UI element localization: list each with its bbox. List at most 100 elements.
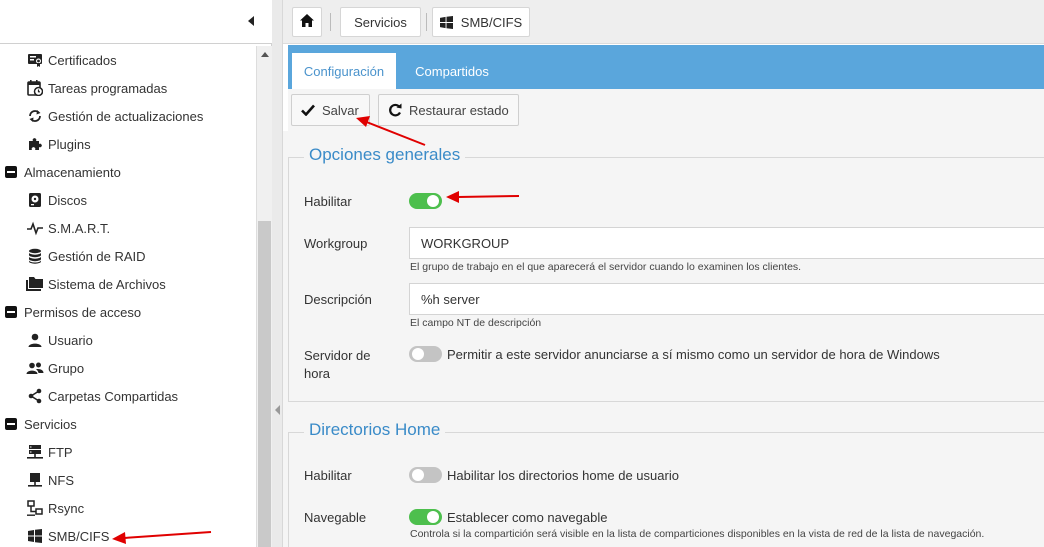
collapse-group-icon[interactable]	[2, 163, 20, 181]
sidebar-item-discos[interactable]: Discos	[26, 186, 87, 214]
puzzle-icon	[26, 135, 44, 153]
time-server-label: Servidor de hora	[304, 347, 370, 383]
sidebar-item-label: Gestión de RAID	[48, 248, 146, 264]
sidebar-item-label: S.M.A.R.T.	[48, 220, 111, 236]
sidebar-item-rsync[interactable]: Rsync	[26, 494, 84, 522]
navigation-sidebar: Certificados Tareas programadas Gestión …	[0, 0, 272, 547]
workgroup-hint: El grupo de trabajo en el que aparecerá …	[410, 261, 802, 273]
share-icon	[26, 387, 44, 405]
sidebar-item-label: SMB/CIFS	[48, 528, 110, 544]
panel-splitter[interactable]	[272, 0, 283, 547]
windows-icon	[439, 15, 453, 29]
folders-icon	[26, 275, 44, 293]
refresh-icon	[26, 107, 44, 125]
breadcrumb-separator	[426, 13, 427, 31]
browseable-text: Establecer como navegable	[447, 509, 608, 525]
sidebar-item-sistema-archivos[interactable]: Sistema de Archivos	[26, 270, 166, 298]
sidebar-group-label: Permisos de acceso	[24, 304, 142, 320]
collapse-sidebar-button[interactable]	[243, 13, 259, 29]
sidebar-item-usuario[interactable]: Usuario	[26, 326, 93, 354]
home-enable-toggle[interactable]	[409, 467, 442, 483]
chevron-up-icon	[260, 51, 269, 57]
enable-toggle[interactable]	[409, 193, 442, 209]
sidebar-group-label: Almacenamiento	[24, 164, 121, 180]
sync-network-icon	[26, 499, 44, 517]
save-button[interactable]: Salvar	[291, 94, 370, 126]
fieldset-legend: Directorios Home	[304, 420, 446, 440]
breadcrumb-separator	[330, 13, 331, 31]
enable-row	[409, 193, 442, 209]
check-icon	[300, 102, 316, 118]
sidebar-item-label: NFS	[48, 472, 74, 488]
browseable-label: Navegable	[304, 510, 367, 525]
pulse-icon	[26, 219, 44, 237]
sidebar-group-label: Servicios	[24, 416, 77, 432]
browseable-row: Establecer como navegable	[409, 509, 607, 525]
collapse-group-icon[interactable]	[2, 415, 20, 433]
browseable-hint: Controla si la compartición será visible…	[410, 528, 985, 540]
time-server-label-line2: hora	[304, 366, 331, 381]
breadcrumb-smb-cifs[interactable]: SMB/CIFS	[432, 7, 530, 37]
sidebar-item-tareas-programadas[interactable]: Tareas programadas	[26, 74, 167, 102]
tab-compartidos[interactable]: Compartidos	[402, 53, 502, 89]
certificate-icon	[26, 51, 44, 69]
workgroup-label: Workgroup	[304, 236, 368, 251]
time-server-label-line1: Servidor de	[304, 348, 371, 363]
sidebar-item-nfs[interactable]: NFS	[26, 466, 74, 494]
calendar-clock-icon	[26, 79, 44, 97]
description-input[interactable]: %h server	[409, 283, 1044, 315]
sidebar-item-grupo[interactable]: Grupo	[26, 354, 84, 382]
restore-state-button[interactable]: Restaurar estado	[378, 94, 519, 126]
sidebar-item-label: Carpetas Compartidas	[48, 388, 179, 404]
sidebar-item-carpetas-compartidas[interactable]: Carpetas Compartidas	[26, 382, 178, 410]
scroll-up-button[interactable]	[257, 46, 272, 62]
sidebar-item-label: Grupo	[48, 360, 85, 376]
sidebar-item-smart[interactable]: S.M.A.R.T.	[26, 214, 110, 242]
group-icon	[26, 359, 44, 377]
sidebar-item-plugins[interactable]: Plugins	[26, 130, 91, 158]
sidebar-group-permisos[interactable]: Permisos de acceso	[2, 298, 141, 326]
breadcrumb-servicios[interactable]: Servicios	[340, 7, 421, 37]
save-button-label: Salvar	[322, 102, 359, 118]
sidebar-item-label: FTP	[48, 444, 73, 460]
tab-configuracion[interactable]: Configuración	[292, 53, 396, 89]
sidebar-item-label: Discos	[48, 192, 88, 208]
harddisk-icon	[26, 191, 44, 209]
sidebar-item-label: Gestión de actualizaciones	[48, 108, 204, 124]
sidebar-group-servicios[interactable]: Servicios	[2, 410, 77, 438]
sidebar-item-label: Certificados	[48, 52, 117, 68]
sidebar-item-actualizaciones[interactable]: Gestión de actualizaciones	[26, 102, 203, 130]
sidebar-item-label: Rsync	[48, 500, 85, 516]
browseable-toggle[interactable]	[409, 509, 442, 525]
undo-icon	[387, 102, 403, 118]
home-enable-label: Habilitar	[304, 468, 352, 483]
time-server-text: Permitir a este servidor anunciarse a sí…	[447, 346, 940, 362]
collapse-handle-icon[interactable]	[275, 405, 280, 415]
sidebar-item-certificados[interactable]: Certificados	[26, 46, 117, 74]
fieldset-directorios-home: Directorios Home Habilitar Habilitar los…	[288, 420, 1044, 547]
breadcrumb-home-button[interactable]	[292, 7, 322, 37]
home-enable-text: Habilitar los directorios home de usuari…	[447, 467, 679, 483]
description-hint: El campo NT de descripción	[410, 317, 542, 329]
restore-button-label: Restaurar estado	[409, 102, 509, 118]
time-server-toggle[interactable]	[409, 346, 442, 362]
sidebar-item-smb-cifs[interactable]: SMB/CIFS	[26, 522, 109, 547]
sidebar-item-raid[interactable]: Gestión de RAID	[26, 242, 146, 270]
sidebar-item-ftp[interactable]: FTP	[26, 438, 73, 466]
chevron-left-icon	[248, 16, 254, 26]
scrollbar-thumb[interactable]	[258, 221, 271, 547]
main-panel: Configuración Compartidos Salvar Restaur…	[283, 45, 1044, 547]
enable-label: Habilitar	[304, 194, 352, 209]
sidebar-item-label: Sistema de Archivos	[48, 276, 166, 292]
time-server-row: Permitir a este servidor anunciarse a sí…	[409, 346, 940, 362]
breadcrumb-smb-label: SMB/CIFS	[460, 14, 523, 30]
windows-icon	[26, 527, 44, 545]
navigation-tree: Certificados Tareas programadas Gestión …	[0, 46, 256, 547]
database-icon	[26, 247, 44, 265]
collapse-group-icon[interactable]	[2, 303, 20, 321]
tab-bar: Configuración Compartidos	[288, 45, 1044, 89]
workgroup-input[interactable]: WORKGROUP	[409, 227, 1044, 259]
sidebar-item-label: Tareas programadas	[48, 80, 168, 96]
sidebar-scrollbar[interactable]	[256, 46, 272, 547]
sidebar-group-almacenamiento[interactable]: Almacenamiento	[2, 158, 121, 186]
